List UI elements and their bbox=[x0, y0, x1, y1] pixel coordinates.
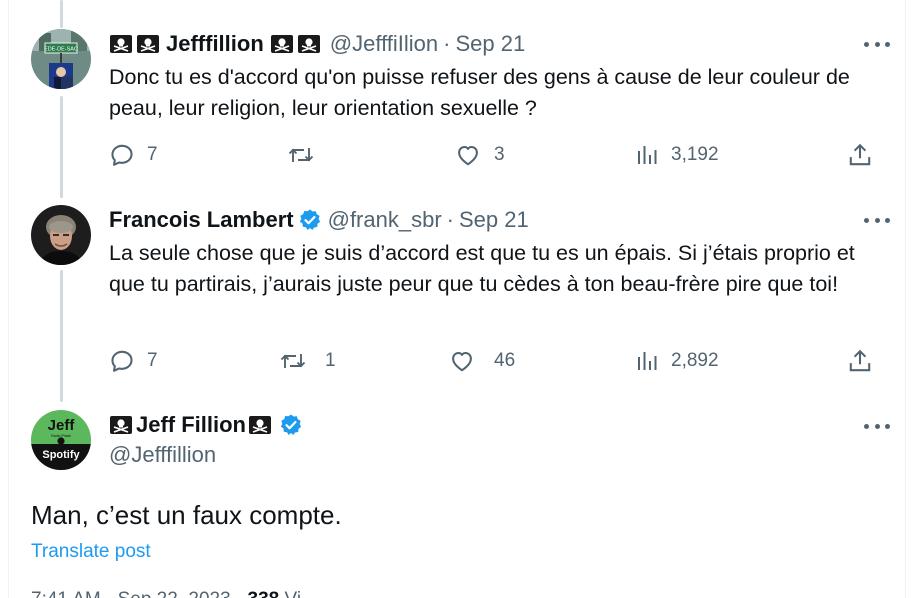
like-button[interactable]: 3 bbox=[454, 140, 505, 170]
pirate-flag-icon bbox=[109, 33, 133, 55]
main-views-count: 338 bbox=[248, 589, 280, 598]
avatar-label-jeff: Jeff bbox=[48, 417, 76, 434]
views-icon bbox=[635, 348, 659, 374]
reply-icon bbox=[109, 348, 135, 374]
like-icon bbox=[454, 142, 482, 168]
views-button[interactable]: 2,892 bbox=[635, 346, 719, 376]
author-handle[interactable]: @frank_sbr bbox=[328, 207, 442, 233]
reply-icon bbox=[109, 142, 135, 168]
tweet-text: La seule chose que je suis d’accord est … bbox=[109, 241, 855, 296]
share-icon bbox=[847, 348, 873, 374]
avatar-label-spotify: Spotify bbox=[42, 449, 80, 461]
thread-line-top bbox=[60, 0, 63, 28]
retweet-count: 1 bbox=[325, 350, 336, 371]
reply-button[interactable]: 7 bbox=[109, 346, 158, 376]
author-name[interactable]: Francois Lambert bbox=[109, 207, 294, 233]
tweet-text: Donc tu es d'accord qu'on puisse refuser… bbox=[109, 65, 850, 120]
pirate-flag-icon bbox=[109, 414, 133, 436]
pirate-flag-icon bbox=[136, 33, 160, 55]
share-button[interactable] bbox=[847, 140, 873, 170]
pirate-flag-icon bbox=[297, 33, 321, 55]
like-button[interactable]: 46 bbox=[448, 346, 515, 376]
retweet-button[interactable]: 1 bbox=[279, 346, 336, 376]
retweet-button[interactable] bbox=[287, 140, 327, 170]
avatar-jefffillion[interactable]: EDE-DE-SAC bbox=[31, 29, 91, 89]
like-count: 3 bbox=[494, 144, 505, 165]
thread-line-2 bbox=[60, 270, 63, 402]
like-count: 46 bbox=[494, 350, 516, 371]
share-icon bbox=[847, 142, 873, 168]
main-author-name-row: Jeff Fillion bbox=[109, 412, 303, 438]
avatar-jeff-fillion[interactable]: Jeff Radio Pirate Spotify bbox=[31, 410, 91, 470]
main-views-label: Vi bbox=[279, 589, 302, 598]
verified-icon bbox=[279, 413, 303, 437]
main-author-name[interactable]: Jeff Fillion bbox=[136, 412, 246, 438]
views-count: 3,192 bbox=[671, 144, 719, 165]
main-author-handle[interactable]: @Jefffillion bbox=[109, 442, 216, 468]
tweet-meta-line: 7:41 AM · Sep 22, 2023 · 338 Vi bbox=[31, 589, 301, 598]
author-handle[interactable]: @JefffiIlion bbox=[330, 31, 438, 57]
views-icon bbox=[635, 142, 659, 168]
share-button[interactable] bbox=[847, 346, 873, 376]
verified-icon bbox=[298, 208, 322, 232]
reply-count: 7 bbox=[147, 144, 158, 165]
retweet-icon bbox=[279, 348, 307, 374]
reply-button[interactable]: 7 bbox=[109, 140, 158, 170]
reply-count: 7 bbox=[147, 350, 158, 371]
tweet-timestamp[interactable]: 7:41 AM · Sep 22, 2023 · bbox=[31, 589, 248, 598]
tweet-actions: 7 1 46 2,892 bbox=[109, 346, 884, 376]
avatar-street-sign: EDE-DE-SAC bbox=[44, 47, 78, 53]
more-icon[interactable] bbox=[864, 210, 890, 230]
retweet-icon bbox=[287, 142, 315, 168]
like-icon bbox=[448, 348, 476, 374]
separator: · bbox=[446, 207, 454, 232]
more-icon[interactable] bbox=[864, 416, 890, 436]
tweet-date[interactable]: Sep 21 bbox=[459, 207, 529, 233]
thread-line-1 bbox=[60, 96, 63, 198]
tweet-actions: 7 3 3,192 bbox=[109, 140, 884, 170]
avatar-label-radio-pirate: Radio Pirate bbox=[51, 434, 71, 438]
pirate-flag-icon bbox=[270, 33, 294, 55]
separator: · bbox=[443, 31, 451, 56]
views-count: 2,892 bbox=[671, 350, 719, 371]
tweet-date[interactable]: Sep 21 bbox=[455, 31, 525, 57]
more-icon[interactable] bbox=[864, 34, 890, 54]
views-button[interactable]: 3,192 bbox=[635, 140, 719, 170]
avatar-francois-lambert[interactable] bbox=[31, 205, 91, 265]
author-name[interactable]: Jefffillion bbox=[166, 31, 264, 57]
translate-post-link[interactable]: Translate post bbox=[31, 541, 151, 563]
tweet-header: Francois Lambert @frank_sbr · Sep 21 bbox=[109, 207, 529, 233]
main-tweet-text: Man, c’est un faux compte. bbox=[31, 500, 342, 530]
tweet-header: Jefffillion @JefffiIlion · Sep 21 bbox=[109, 31, 525, 57]
pirate-flag-icon bbox=[248, 414, 272, 436]
